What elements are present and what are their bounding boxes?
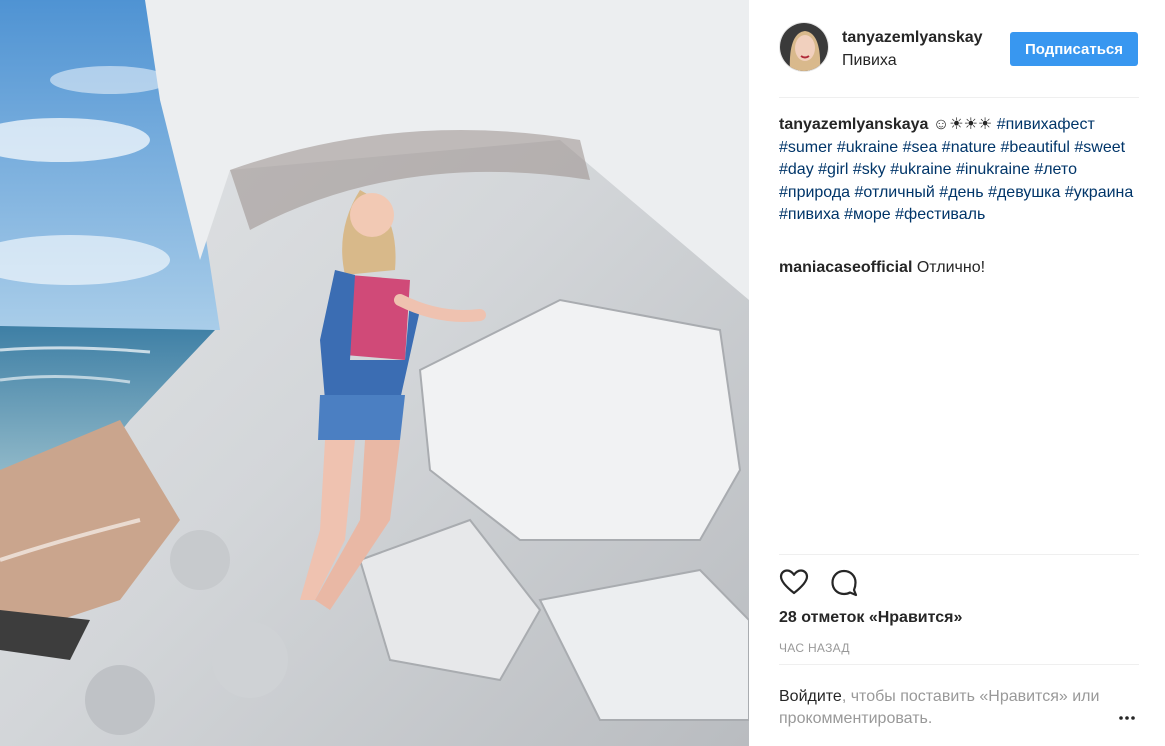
hashtag-link[interactable]: #sweet <box>1074 139 1125 156</box>
hashtag-link[interactable]: #девушка <box>988 184 1060 201</box>
caption-author[interactable]: tanyazemlyanskaya <box>779 116 928 133</box>
likes-count[interactable]: 28 отметок «Нравится» <box>779 609 962 627</box>
more-options-icon <box>1119 716 1135 720</box>
login-prompt: Войдите, чтобы поставить «Нравится» или … <box>779 686 1109 730</box>
post-sidebar: tanyazemlyanskay Пивиха Подписаться tany… <box>749 0 1165 746</box>
comment-text: Отлично! <box>916 259 986 276</box>
post-photo[interactable] <box>0 0 749 746</box>
hashtag-link[interactable]: #beautiful <box>1001 139 1070 156</box>
header-divider <box>779 97 1139 98</box>
comment-item: maniacaseofficial Отлично! <box>779 257 1139 279</box>
avatar[interactable] <box>779 22 829 72</box>
post-timestamp[interactable]: ЧАС НАЗАД <box>779 641 850 655</box>
more-options-button[interactable] <box>1117 708 1137 728</box>
hashtag-link[interactable]: #украина <box>1065 184 1133 201</box>
hashtag-link[interactable]: #пивиха <box>779 206 840 223</box>
hashtag-link[interactable]: #girl <box>818 161 848 178</box>
hashtag-link[interactable]: #день <box>939 184 983 201</box>
heart-icon <box>779 569 809 595</box>
hashtag-link[interactable]: #day <box>779 161 814 178</box>
hashtag-link[interactable]: #пивихафест <box>997 116 1095 133</box>
follow-button[interactable]: Подписаться <box>1010 32 1138 66</box>
hashtag-link[interactable]: #природа <box>779 184 850 201</box>
comment-bubble-icon <box>831 569 858 597</box>
post-caption: tanyazemlyanskaya ☺☀☀☀ #пивихафест #sume… <box>779 114 1139 227</box>
hashtag-link[interactable]: #ukraine <box>890 161 951 178</box>
hashtag-link[interactable]: #inukraine <box>956 161 1030 178</box>
post-header: tanyazemlyanskay Пивиха Подписаться <box>779 22 1139 76</box>
hashtag-link[interactable]: #море <box>844 206 891 223</box>
hashtag-link[interactable]: #ukraine <box>837 139 898 156</box>
hashtag-link[interactable]: #sea <box>903 139 938 156</box>
hashtag-link[interactable]: #sky <box>853 161 886 178</box>
avatar-image <box>780 23 828 71</box>
comment-author[interactable]: maniacaseofficial <box>779 259 912 276</box>
hashtag-link[interactable]: #nature <box>942 139 996 156</box>
post-location[interactable]: Пивиха <box>842 52 897 70</box>
login-link[interactable]: Войдите <box>779 688 842 705</box>
hashtag-link[interactable]: #лето <box>1034 161 1077 178</box>
hashtag-link[interactable]: #sumer <box>779 139 832 156</box>
actions-divider <box>779 554 1139 555</box>
caption-emoji: ☺☀☀☀ <box>932 116 993 133</box>
hashtag-link[interactable]: #фестиваль <box>895 206 985 223</box>
comment-button[interactable] <box>829 568 861 598</box>
post-username[interactable]: tanyazemlyanskay <box>842 29 983 47</box>
footer-divider <box>779 664 1139 665</box>
photo-image <box>0 0 749 746</box>
hashtag-link[interactable]: #отличный <box>855 184 935 201</box>
like-button[interactable] <box>779 568 811 598</box>
